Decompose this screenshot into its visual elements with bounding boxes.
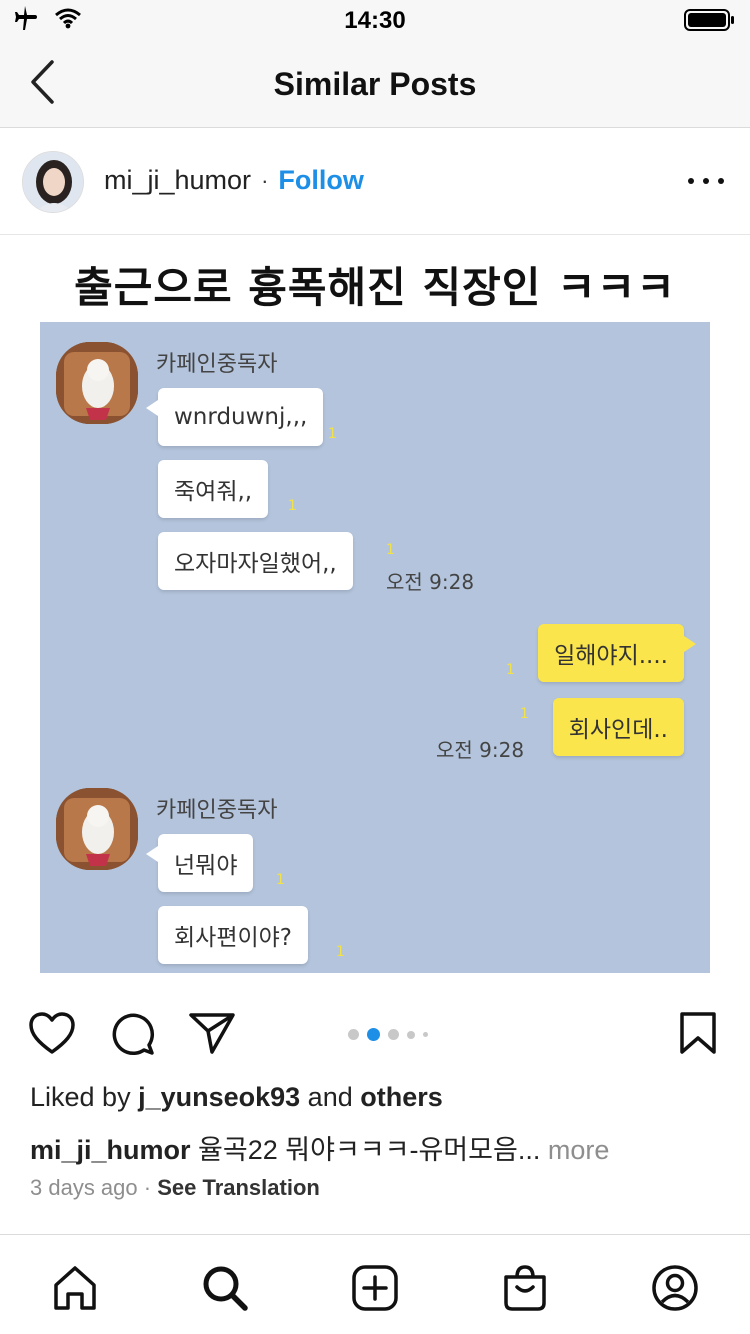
page-title: Similar Posts <box>273 66 477 102</box>
my-chat-bubble: 일해야지.... <box>538 624 696 682</box>
read-mark: 1 <box>328 426 337 442</box>
carousel-indicator <box>348 1028 428 1041</box>
liked-by-user[interactable]: j_yunseok93 <box>138 1082 300 1112</box>
chat-bubble: 오자마자일했어,, <box>158 532 353 590</box>
caption-text: 율곡22 뭐야ㅋㅋㅋ-유머모음... <box>190 1135 541 1165</box>
share-icon[interactable] <box>187 1008 237 1058</box>
status-time: 14:30 <box>344 7 406 34</box>
chat-sender-name: 카페인중독자 <box>156 352 278 377</box>
comment-icon[interactable] <box>107 1008 157 1058</box>
shop-icon[interactable] <box>498 1261 552 1315</box>
caption: mi_ji_humor 율곡22 뭐야ㅋㅋㅋ-유머모음... more <box>30 1128 730 1167</box>
meme-title: 출근으로 흉폭해진 직장인 ㅋㅋㅋ <box>74 263 676 312</box>
separator-dot: · <box>261 167 269 193</box>
post-header: mi_ji_humor · Follow <box>0 129 750 235</box>
more-dot-icon <box>718 178 724 184</box>
chat-bubble: wnrduwnj,,, <box>145 388 324 446</box>
read-mark: 1 <box>520 706 529 722</box>
post-time: 3 days ago <box>30 1175 138 1200</box>
likes-prefix: Liked by <box>30 1082 139 1112</box>
follow-button[interactable]: Follow <box>278 165 363 196</box>
carousel-dot <box>388 1029 399 1040</box>
more-options-button[interactable] <box>688 169 724 193</box>
nav-bar: Similar Posts <box>0 40 750 128</box>
my-chat-bubble: 회사인데.. <box>552 698 684 756</box>
carousel-dot <box>348 1029 359 1040</box>
heart-icon[interactable] <box>27 1008 77 1058</box>
post-header-text: mi_ji_humor · Follow <box>104 165 364 196</box>
read-mark: 1 <box>336 944 345 960</box>
read-mark: 1 <box>386 542 395 558</box>
read-mark: 1 <box>276 872 285 888</box>
chat-bubble: 넌뭐야 <box>145 834 254 892</box>
chat-bubble: 회사편이야? <box>158 906 309 964</box>
more-dot-icon <box>688 178 694 184</box>
read-mark: 1 <box>288 498 297 514</box>
meta-dot: · <box>143 1175 152 1200</box>
more-dot-icon <box>703 178 709 184</box>
post-username[interactable]: mi_ji_humor <box>104 165 251 196</box>
likes-middle: and <box>300 1082 361 1112</box>
chat-time: 오전 9:28 <box>386 570 475 594</box>
chat-avatar <box>56 788 138 870</box>
search-icon[interactable] <box>198 1261 252 1315</box>
home-icon[interactable] <box>48 1261 102 1315</box>
post-image[interactable]: 출근으로 흉폭해진 직장인 ㅋㅋㅋ 카페인중독자 wnrduwnj,,, 1 죽… <box>0 236 750 993</box>
avatar[interactable] <box>22 151 84 213</box>
post-meta: 3 days ago · See Translation <box>30 1175 320 1201</box>
carousel-dot-active <box>367 1028 380 1041</box>
tab-bar <box>0 1234 750 1334</box>
chat-time: 오전 9:28 <box>436 738 525 762</box>
likes-line: Liked by j_yunseok93 and others <box>30 1082 443 1113</box>
status-bar: 14:30 <box>0 0 750 40</box>
liked-by-others[interactable]: others <box>360 1082 443 1112</box>
post-actions <box>0 1008 750 1064</box>
battery-icon <box>684 8 736 37</box>
chat-avatar <box>56 342 138 424</box>
caption-username[interactable]: mi_ji_humor <box>30 1135 191 1165</box>
chat-sender-name: 카페인중독자 <box>156 798 278 823</box>
see-translation-link[interactable]: See Translation <box>157 1175 320 1200</box>
carousel-dot <box>423 1032 428 1037</box>
read-mark: 1 <box>506 662 515 678</box>
chat-screenshot: 카페인중독자 wnrduwnj,,, 1 죽여줘,, 1 오자마자일했어,, 1… <box>40 322 710 973</box>
more-link[interactable]: more <box>548 1135 610 1165</box>
chat-bubble: 죽여줘,, <box>158 460 269 518</box>
profile-icon[interactable] <box>648 1261 702 1315</box>
carousel-dot <box>407 1030 415 1039</box>
create-icon[interactable] <box>348 1261 402 1315</box>
bookmark-icon[interactable] <box>673 1008 723 1058</box>
